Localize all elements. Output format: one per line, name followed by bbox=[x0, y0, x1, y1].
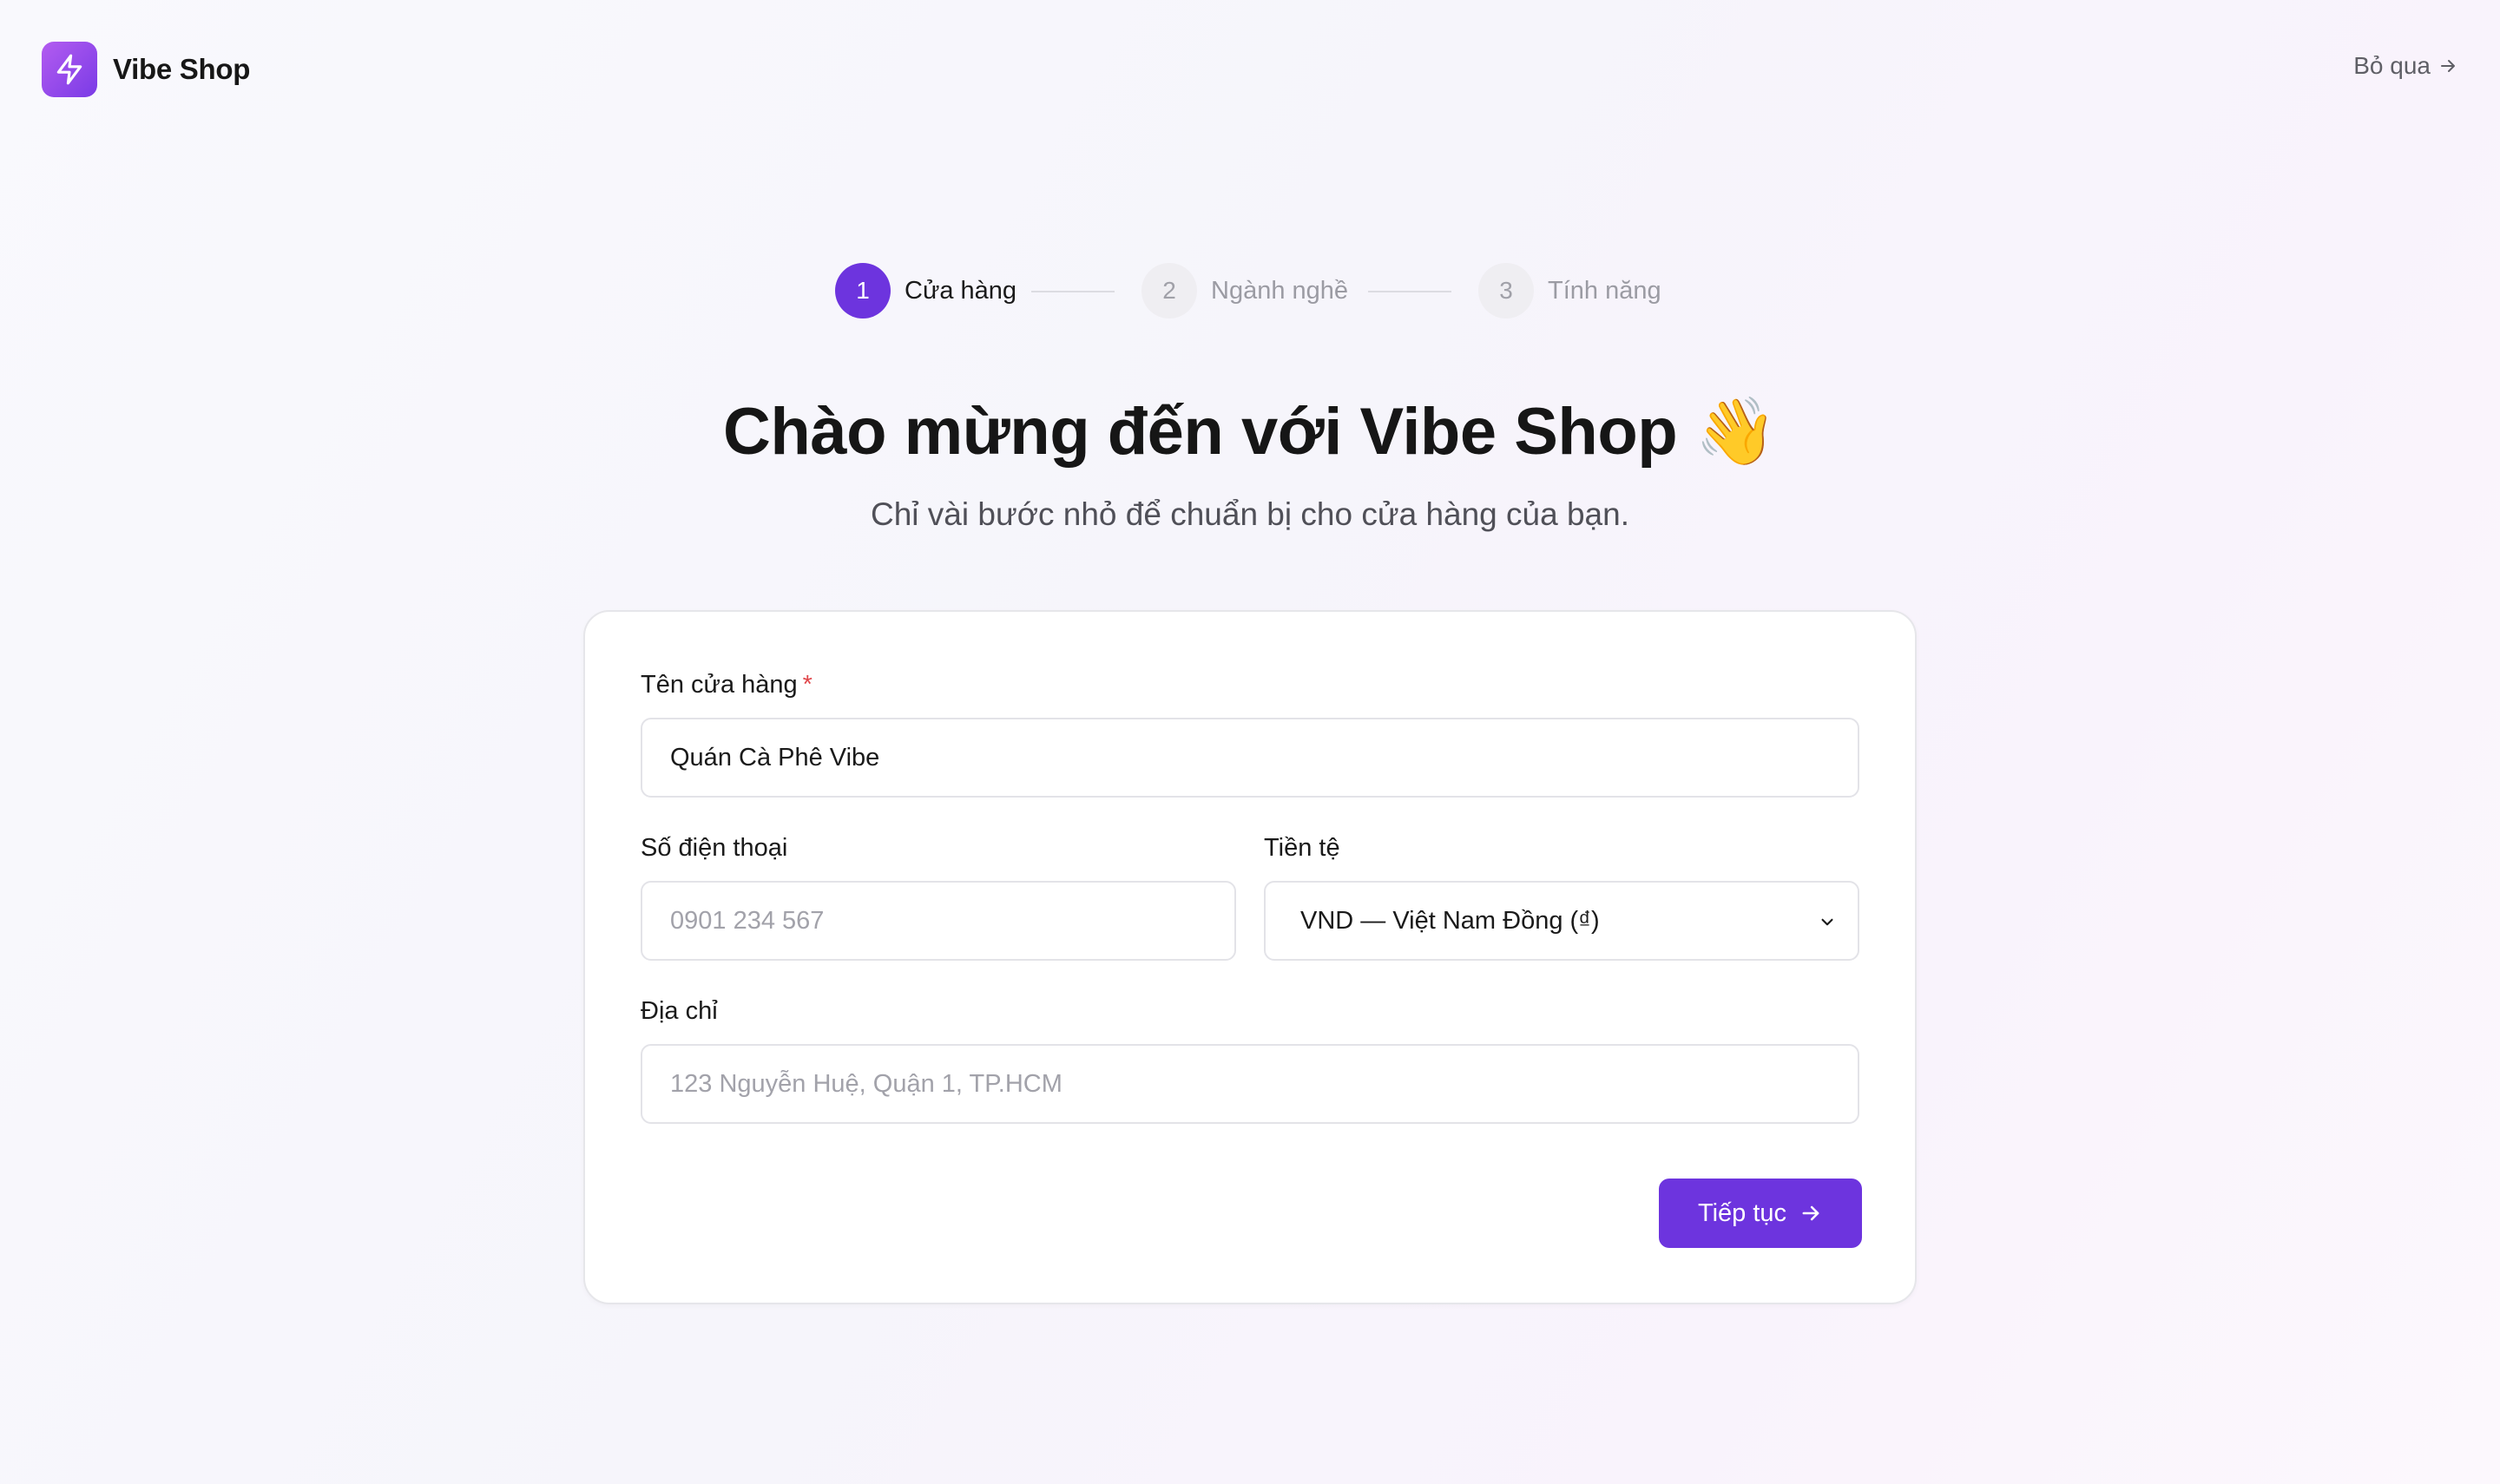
continue-label: Tiếp tục bbox=[1697, 1198, 1787, 1227]
phone-input[interactable] bbox=[641, 881, 1236, 961]
store-setup-form: Tên cửa hàng* Số điện thoại Tiền tệ VND … bbox=[583, 610, 1917, 1304]
store-name-label-text: Tên cửa hàng bbox=[641, 671, 798, 699]
page-subtitle: Chỉ vài bước nhỏ để chuẩn bị cho cửa hàn… bbox=[871, 496, 1629, 532]
step-number: 3 bbox=[1478, 263, 1534, 318]
arrow-right-icon bbox=[2441, 60, 2455, 72]
step-connector bbox=[1368, 291, 1451, 292]
step-label: Ngành nghề bbox=[1211, 276, 1349, 305]
step-number: 1 bbox=[835, 263, 891, 318]
skip-link[interactable]: Bỏ qua bbox=[2353, 52, 2458, 80]
required-mark: * bbox=[802, 671, 812, 699]
store-name-label: Tên cửa hàng * bbox=[641, 671, 812, 699]
step-label: Cửa hàng bbox=[905, 276, 1017, 305]
currency-selected-value: VND — Việt Nam Đồng (₫) bbox=[1300, 906, 1600, 935]
skip-label: Bỏ qua bbox=[2353, 52, 2431, 79]
arrow-right-icon bbox=[1802, 1205, 1819, 1221]
step-label: Tính năng bbox=[1548, 276, 1661, 305]
address-input[interactable] bbox=[641, 1044, 1859, 1124]
address-label: Địa chỉ bbox=[641, 997, 718, 1025]
currency-label: Tiền tệ bbox=[1264, 834, 1340, 862]
page-title: Chào mừng đến với Vibe Shop 👋 bbox=[723, 395, 1777, 469]
continue-button[interactable]: Tiếp tục bbox=[1659, 1179, 1862, 1248]
progress-stepper: 1 Cửa hàng 2 Ngành nghề 3 Tính năng bbox=[0, 262, 2500, 319]
chevron-down-icon bbox=[1821, 918, 1833, 926]
step-number: 2 bbox=[1141, 263, 1197, 318]
lightning-icon bbox=[56, 54, 82, 85]
currency-select[interactable]: VND — Việt Nam Đồng (₫) bbox=[1264, 881, 1859, 961]
step-store: 1 Cửa hàng bbox=[835, 262, 1016, 319]
brand[interactable]: Vibe Shop bbox=[42, 42, 250, 97]
phone-label: Số điện thoại bbox=[641, 834, 788, 862]
store-name-input[interactable] bbox=[641, 718, 1859, 798]
step-connector bbox=[1031, 291, 1115, 292]
step-industry: 2 Ngành nghề bbox=[1141, 262, 1348, 319]
brand-name: Vibe Shop bbox=[113, 53, 251, 85]
top-bar: Vibe Shop Bỏ qua bbox=[0, 0, 2500, 139]
brand-logo bbox=[42, 42, 97, 97]
step-features: 3 Tính năng bbox=[1478, 262, 1661, 319]
